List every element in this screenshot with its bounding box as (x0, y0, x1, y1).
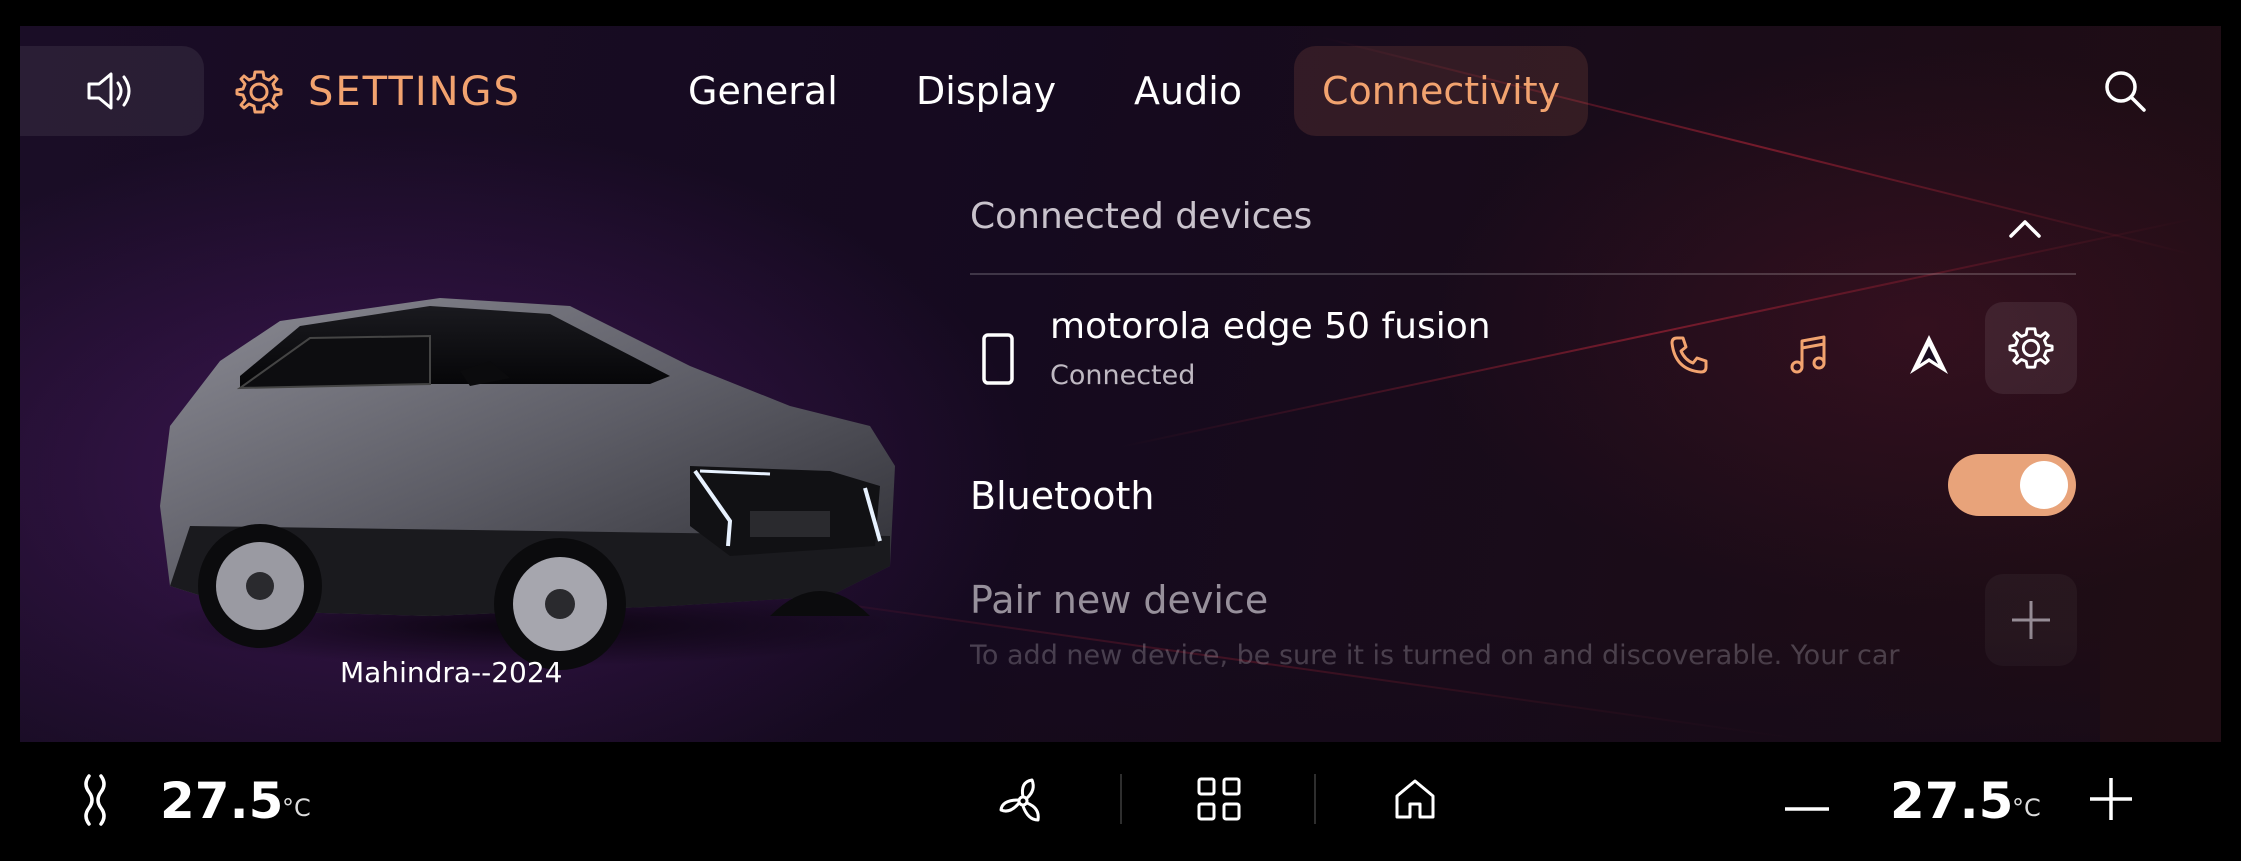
right-temperature-unit: °C (2012, 794, 2041, 822)
search-button[interactable] (2100, 66, 2150, 116)
section-title: Connected devices (970, 196, 1313, 237)
tab-general[interactable]: General (688, 46, 838, 136)
toggle-knob (2020, 461, 2068, 509)
tab-connectivity[interactable]: Connectivity (1294, 46, 1589, 136)
call-icon (1670, 336, 1708, 374)
device-android-auto-button[interactable] (1902, 328, 1956, 382)
divider (970, 273, 2076, 275)
home-button[interactable] (1392, 776, 1438, 826)
search-icon (2105, 71, 2146, 112)
minus-icon (1785, 807, 1829, 811)
apps-button[interactable] (1196, 776, 1242, 826)
plus-icon (2090, 778, 2132, 820)
seat-heat-button[interactable] (78, 772, 112, 832)
device-settings-button[interactable] (1985, 302, 2077, 394)
page-title: SETTINGS (308, 69, 521, 115)
vehicle-label: Mahindra--2024 (340, 656, 563, 689)
chevron-up-icon (2009, 220, 2041, 238)
gear-icon (235, 70, 283, 114)
collapse-button[interactable] (2005, 216, 2045, 246)
pair-new-device-button[interactable] (1985, 574, 2077, 666)
volume-button[interactable] (20, 46, 204, 136)
tab-label: General (688, 69, 838, 113)
temperature-decrease-button[interactable] (1784, 797, 1830, 816)
bluetooth-label: Bluetooth (970, 474, 1155, 518)
tab-label: Display (916, 69, 1057, 113)
home-icon (1395, 779, 1435, 819)
pair-new-device-label: Pair new device (970, 578, 1269, 622)
pair-description: To add new device, be sure it is turned … (970, 640, 1900, 671)
tab-audio[interactable]: Audio (1134, 46, 1242, 136)
volume-icon (87, 72, 131, 110)
fan-icon (999, 778, 1040, 822)
right-temperature: 27.5 (1890, 772, 2014, 830)
left-temperature: 27.5 (160, 772, 284, 830)
temperature-increase-button[interactable] (2088, 776, 2134, 826)
vehicle-image (130, 266, 910, 686)
main-screen: SETTINGS General Display Audio Connectiv… (20, 26, 2221, 742)
climate-bar: 27.5 °C 27.5 °C (0, 742, 2241, 861)
music-icon (1790, 335, 1826, 374)
tab-display[interactable]: Display (916, 46, 1056, 136)
android-auto-icon (1910, 335, 1948, 374)
dock-separator (1120, 774, 1122, 824)
device-name: motorola edge 50 fusion (1050, 306, 1491, 347)
device-status: Connected (1050, 360, 1196, 391)
apps-grid-icon (1197, 777, 1241, 821)
settings-header: SETTINGS (234, 62, 521, 122)
dock-separator (1314, 774, 1316, 824)
device-call-button[interactable] (1662, 328, 1716, 382)
left-temperature-unit: °C (282, 794, 311, 822)
tab-label: Connectivity (1322, 69, 1561, 113)
fan-button[interactable] (996, 776, 1050, 830)
tab-label: Audio (1134, 69, 1243, 113)
phone-icon (980, 332, 1016, 390)
device-music-button[interactable] (1782, 328, 1836, 382)
seat-heat-icon (84, 774, 106, 826)
plus-icon (2012, 601, 2050, 639)
bluetooth-toggle[interactable] (1948, 454, 2076, 516)
gear-icon (2008, 327, 2054, 369)
